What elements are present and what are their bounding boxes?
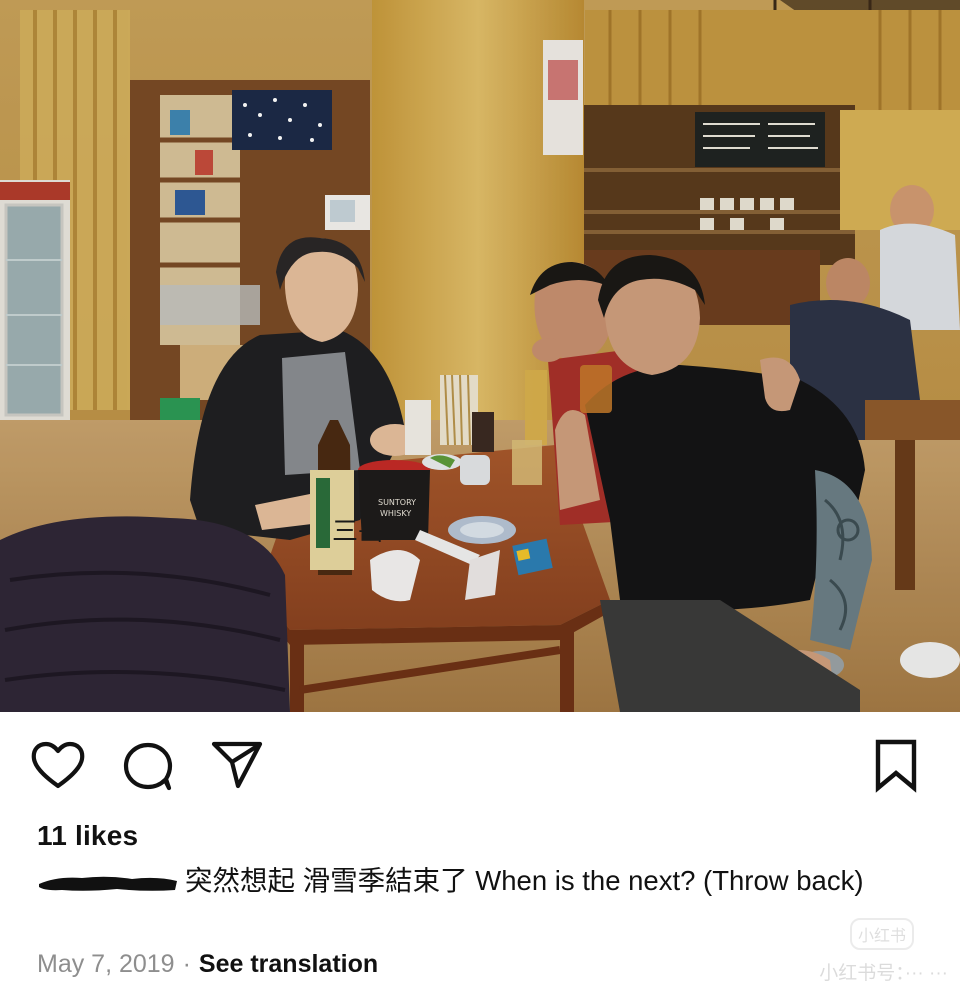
- post-meta: May 7, 2019 · See translation: [37, 950, 378, 979]
- speech-bubble-icon[interactable]: [120, 740, 176, 792]
- post-photo[interactable]: 三岳 SUNTORY WHISKY: [0, 0, 960, 712]
- watermark-badge: 小红书: [849, 918, 914, 950]
- paper-plane-icon[interactable]: [208, 738, 266, 792]
- bookmark-icon[interactable]: [868, 736, 924, 796]
- caption-text: 突然想起 滑雪季結束了 When is the next? (Throw bac…: [185, 865, 864, 896]
- redacted-username: [37, 872, 179, 892]
- photo-illustration: 三岳 SUNTORY WHISKY: [0, 0, 960, 712]
- see-translation-link[interactable]: See translation: [199, 950, 378, 978]
- heart-outline-icon[interactable]: [30, 740, 86, 792]
- post-date: May 7, 2019: [37, 950, 175, 978]
- separator-dot: ·: [182, 950, 191, 978]
- post-caption: 突然想起 滑雪季結束了 When is the next? (Throw bac…: [37, 862, 917, 900]
- watermark-id: 小红书号：··· ···: [819, 963, 948, 984]
- likes-count[interactable]: 11 likes: [37, 820, 138, 852]
- post-action-bar: [0, 712, 960, 822]
